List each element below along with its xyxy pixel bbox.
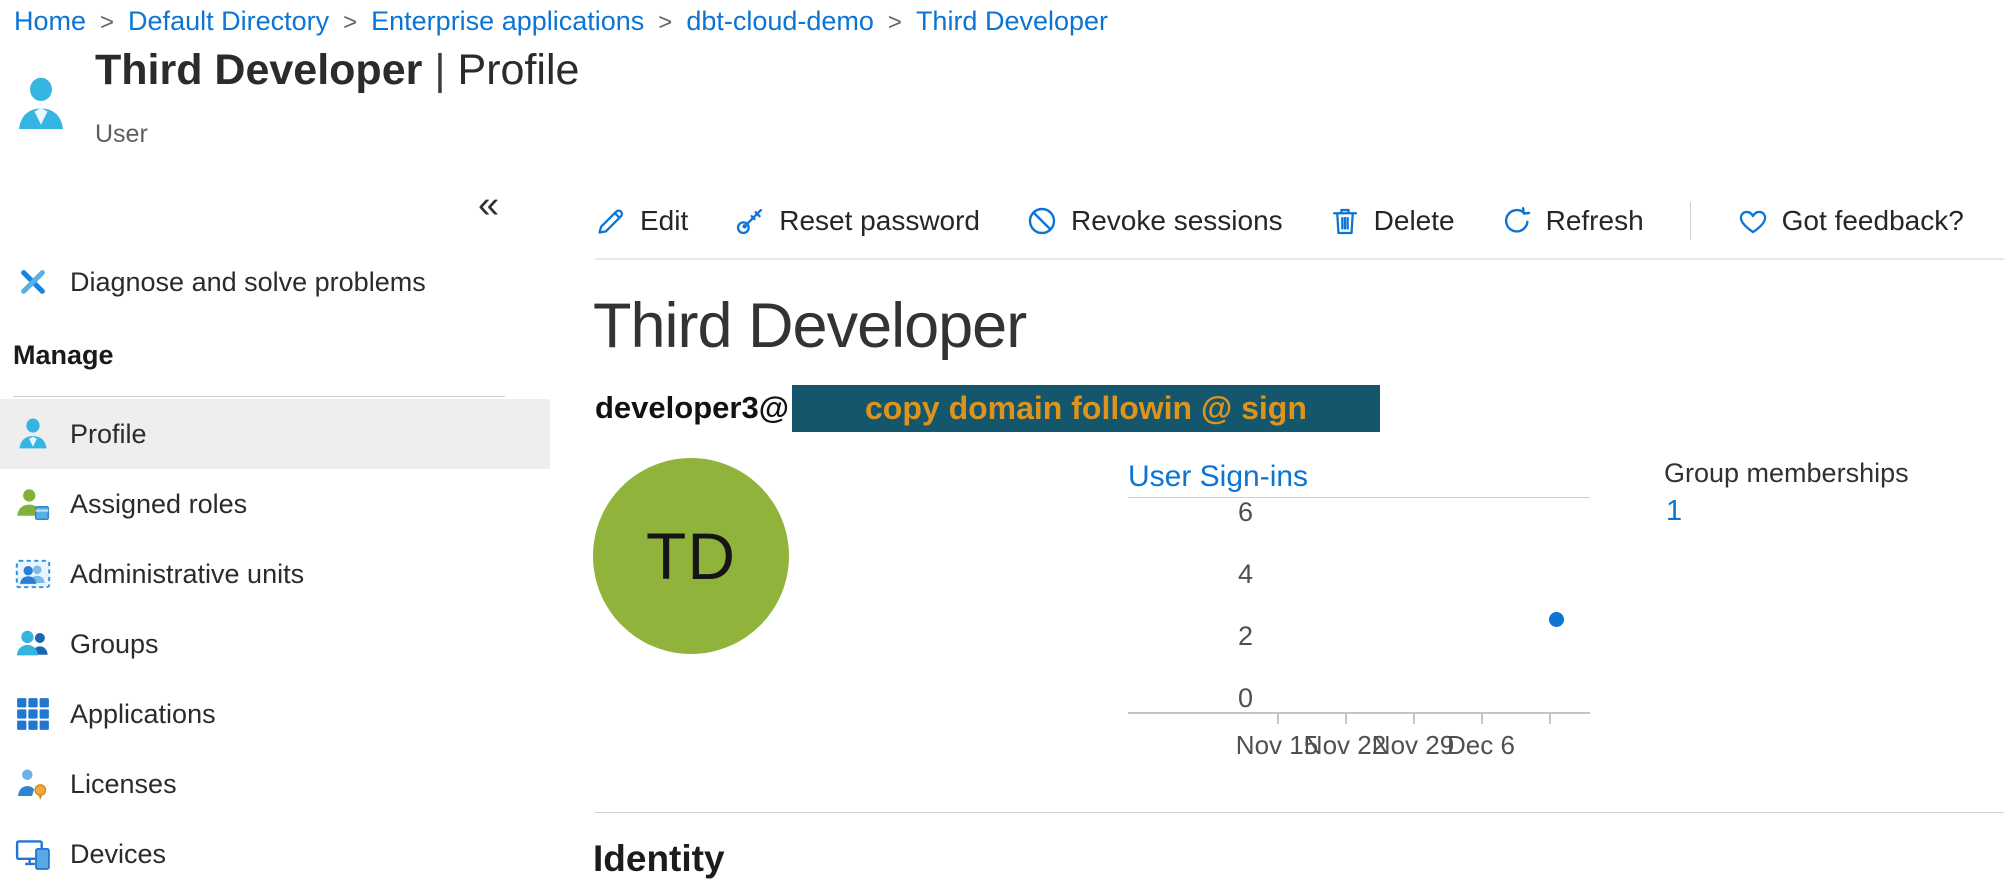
azure-user-profile-page: Home > Default Directory > Enterprise applic… [0,0,2004,884]
sidebar-item-applications[interactable]: Applications [0,679,550,749]
sidebar-item-label: Licenses [70,769,177,800]
sidebar-item-administrative-units[interactable]: Administrative units [0,539,550,609]
breadcrumb: Home > Default Directory > Enterprise applic… [14,6,1108,37]
x-axis-tick [1277,714,1279,724]
sidebar-item-label: Devices [70,839,166,870]
command-label: Delete [1374,205,1455,237]
y-axis-tick-label: 6 [1173,498,1253,526]
section-divider [595,812,2004,813]
edit-button[interactable]: Edit [595,205,688,237]
user-principal-name: developer3@ copy domain followin @ sign [595,384,1380,432]
sidebar-nav: Profile Assigned roles Administrative unit… [0,399,550,884]
identity-section-heading: Identity [593,838,725,880]
breadcrumb-separator: > [100,9,114,36]
y-axis-tick-label: 0 [1173,684,1253,712]
x-axis-tick [1549,714,1551,724]
sidebar-item-label: Groups [70,629,159,660]
sidebar-item-label: Assigned roles [70,489,247,520]
heart-icon [1737,205,1769,237]
refresh-button[interactable]: Refresh [1501,205,1644,237]
breadcrumb-item-default-directory[interactable]: Default Directory [128,6,329,36]
chart-title-link[interactable]: User Sign-ins [1128,460,1308,494]
trash-icon [1329,205,1361,237]
page-subtitle: User [95,120,148,149]
group-memberships-label: Group memberships [1664,458,1909,489]
breadcrumb-separator: > [888,9,902,36]
breadcrumb-item-enterprise-applications[interactable]: Enterprise applications [371,6,644,36]
command-label: Got feedback? [1782,205,1964,237]
got-feedback-button[interactable]: Got feedback? [1737,205,1964,237]
sidebar-item-label: Applications [70,699,216,730]
redaction-annotation: copy domain followin @ sign [792,385,1380,432]
reset-password-button[interactable]: Reset password [734,205,980,237]
key-icon [734,205,766,237]
sidebar-collapse-button[interactable]: « [478,186,499,224]
command-label: Refresh [1546,205,1644,237]
upn-prefix-text: developer3@ [595,390,789,426]
sidebar-item-devices[interactable]: Devices [0,819,550,884]
sidebar-section-manage: Manage [13,340,114,371]
page-title-separator: | [434,46,445,94]
revoke-sessions-button[interactable]: Revoke sessions [1026,205,1283,237]
avatar: TD [593,458,789,654]
sidebar-item-licenses[interactable]: Licenses [0,749,550,819]
group-memberships-count-link[interactable]: 1 [1666,495,1682,528]
breadcrumb-separator: > [658,9,672,36]
command-bar-divider [595,258,2004,260]
licenses-icon [15,766,51,802]
user-avatar-icon [13,74,69,140]
sidebar-item-label: Diagnose and solve problems [70,267,426,298]
diagnose-tools-icon [15,264,51,300]
breadcrumb-item-dbt-cloud-demo[interactable]: dbt-cloud-demo [686,6,874,36]
sidebar-item-diagnose-and-solve-problems[interactable]: Diagnose and solve problems [0,252,550,312]
assigned-roles-icon [15,486,51,522]
user-sign-ins-chart: User Sign-ins 6420Nov 15Nov 22Nov 29Dec … [1128,458,1590,768]
command-label: Edit [640,205,688,237]
sidebar-item-profile[interactable]: Profile [0,399,550,469]
sidebar-item-assigned-roles[interactable]: Assigned roles [0,469,550,539]
sidebar-section-divider [13,396,505,397]
y-axis-tick-label: 2 [1173,622,1253,650]
block-icon [1026,205,1058,237]
page-title-name: Third Developer [95,46,422,94]
sidebar-item-label: Administrative units [70,559,304,590]
command-bar-separator [1690,202,1691,240]
applications-grid-icon [15,696,51,732]
x-axis-tick [1413,714,1415,724]
groups-icon [15,626,51,662]
sidebar-item-groups[interactable]: Groups [0,609,550,679]
y-axis-tick-label: 4 [1173,560,1253,588]
command-bar: Edit Reset password Revoke sessions Delete R… [595,194,1964,248]
command-label: Revoke sessions [1071,205,1283,237]
delete-button[interactable]: Delete [1329,205,1455,237]
x-axis-line [1128,712,1590,714]
pencil-icon [595,205,627,237]
profile-person-icon [15,416,51,452]
page-title-section: Profile [458,46,580,94]
breadcrumb-item-third-developer[interactable]: Third Developer [916,6,1108,36]
x-axis-tick [1481,714,1483,724]
page-title: Third Developer| Profile [95,46,579,95]
user-display-name: Third Developer [593,290,1026,362]
devices-icon [15,836,51,872]
admin-units-icon [15,556,51,592]
breadcrumb-item-home[interactable]: Home [14,6,86,36]
sidebar-item-label: Profile [70,419,147,450]
x-axis-tick [1345,714,1347,724]
command-label: Reset password [779,205,980,237]
x-axis-tick-label: Dec 6 [1426,730,1536,761]
breadcrumb-separator: > [343,9,357,36]
sign-in-data-point [1549,612,1564,627]
refresh-icon [1501,205,1533,237]
